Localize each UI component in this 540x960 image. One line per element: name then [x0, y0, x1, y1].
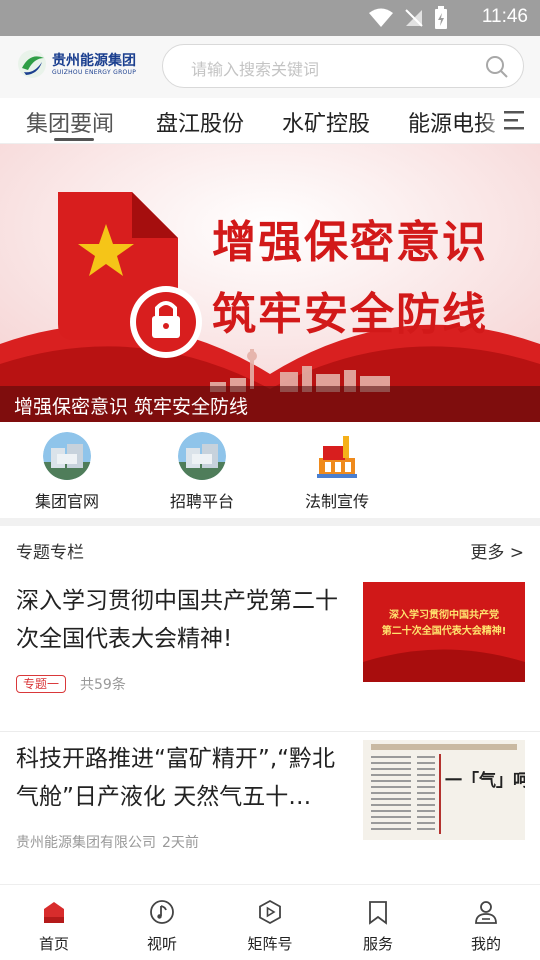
thumb-line1: 深入学习贯彻中国共产党: [389, 610, 499, 621]
search-placeholder: 请输入搜索关键词: [191, 60, 320, 79]
search-icon[interactable]: [485, 55, 509, 79]
play-hexagon-icon: [259, 899, 281, 925]
nav-home[interactable]: 首页: [14, 899, 94, 954]
nav-audiovisual[interactable]: 视听: [122, 899, 202, 954]
logo-name-cn: 贵州能源集团: [52, 52, 136, 69]
building-photo-icon: [178, 432, 226, 480]
logo-mark-icon: [18, 50, 46, 78]
profile-icon: [475, 901, 497, 924]
more-link[interactable]: 更多 >: [470, 538, 524, 563]
card-time: 2天前: [162, 835, 199, 851]
quick-link-law[interactable]: 法制宣传: [282, 432, 392, 512]
card-title: 科技开路推进“富矿精开”,“黔北气舱”日产液化 天然气五十…: [16, 746, 336, 810]
logo-text: 贵州能源集团 GUIZHOU ENERGY GROUP: [52, 53, 136, 76]
card-thumbnail: 一「气」呵成看: [363, 740, 525, 840]
tab-panjiang[interactable]: 盘江股份: [156, 106, 244, 138]
nav-label: 视听: [146, 935, 177, 953]
law-building-icon: [313, 432, 361, 480]
status-bar: 11:46: [0, 0, 540, 36]
quick-link-label: 法制宣传: [304, 492, 369, 511]
bookmark-icon: [369, 901, 387, 925]
card-meta: 专题一 共59条: [16, 674, 126, 694]
thumb-headline: 一「气」呵成看: [445, 771, 525, 791]
status-icons: [368, 6, 448, 30]
special-column-header: 专题专栏 更多 >: [0, 526, 540, 574]
nav-label: 首页: [38, 935, 69, 953]
tab-shuikuang[interactable]: 水矿控股: [282, 106, 370, 138]
quick-link-label: 招聘平台: [169, 492, 234, 511]
search-input[interactable]: 请输入搜索关键词: [162, 44, 524, 88]
banner-carousel[interactable]: 增强保密意识 筑牢安全防线 增强保密意识 筑牢安全防线: [0, 144, 540, 422]
quick-link-label: 集团官网: [34, 492, 99, 511]
item-count: 共59条: [80, 677, 126, 693]
nav-matrix[interactable]: 矩阵号: [230, 899, 310, 954]
card-meta: 贵州能源集团有限公司 2天前: [16, 832, 199, 852]
app-header: 贵州能源集团 GUIZHOU ENERGY GROUP 请输入搜索关键词: [0, 36, 540, 98]
home-icon: [44, 902, 64, 923]
active-tab-indicator: [54, 138, 94, 141]
quick-links: 集团官网 招聘平台 法制宣传: [0, 422, 540, 518]
wifi-icon: [369, 8, 393, 27]
card-thumbnail: 深入学习贯彻中国共产党 第二十次全国代表大会精神!: [363, 582, 525, 682]
app-logo[interactable]: 贵州能源集团 GUIZHOU ENERGY GROUP: [16, 48, 136, 80]
battery-icon: [435, 6, 447, 29]
news-card[interactable]: 深入学习贯彻中国共产党第二十次全国代表大会精神! 专题一 共59条 深入学习贯彻…: [0, 574, 540, 732]
section-divider: [0, 518, 540, 526]
nav-label: 矩阵号: [247, 935, 293, 953]
music-note-icon: [150, 900, 174, 924]
card-title: 深入学习贯彻中国共产党第二十次全国代表大会精神!: [16, 588, 338, 652]
logo-name-en: GUIZHOU ENERGY GROUP: [52, 68, 137, 76]
menu-icon[interactable]: [502, 108, 526, 132]
card-source: 贵州能源集团有限公司: [16, 835, 156, 851]
no-signal-icon: [405, 9, 423, 27]
nav-mine[interactable]: 我的: [446, 899, 526, 954]
news-card[interactable]: 科技开路推进“富矿精开”,“黔北气舱”日产液化 天然气五十… 贵州能源集团有限公…: [0, 732, 540, 890]
banner-title-line1: 增强保密意识: [212, 217, 488, 268]
quick-link-recruitment[interactable]: 招聘平台: [147, 432, 257, 512]
nav-label: 我的: [470, 935, 501, 953]
banner-caption: 增强保密意识 筑牢安全防线: [0, 386, 540, 422]
tab-jituan-yaowen[interactable]: 集团要闻: [26, 106, 114, 138]
quick-link-group-website[interactable]: 集团官网: [12, 432, 122, 512]
topic-tag: 专题一: [16, 675, 67, 693]
nav-label: 服务: [362, 935, 393, 953]
bottom-nav: 首页 视听 矩阵号 服务 我的: [0, 884, 540, 960]
section-title: 专题专栏: [16, 543, 84, 563]
nav-service[interactable]: 服务: [338, 899, 418, 954]
channel-tabs: 集团要闻 盘江股份 水矿控股 能源电投: [0, 98, 540, 144]
thumb-line2: 第二十次全国代表大会精神!: [381, 626, 507, 637]
building-photo-icon: [43, 432, 91, 480]
banner-title-line2: 筑牢安全防线: [212, 289, 488, 340]
status-time: 11:46: [481, 6, 528, 27]
